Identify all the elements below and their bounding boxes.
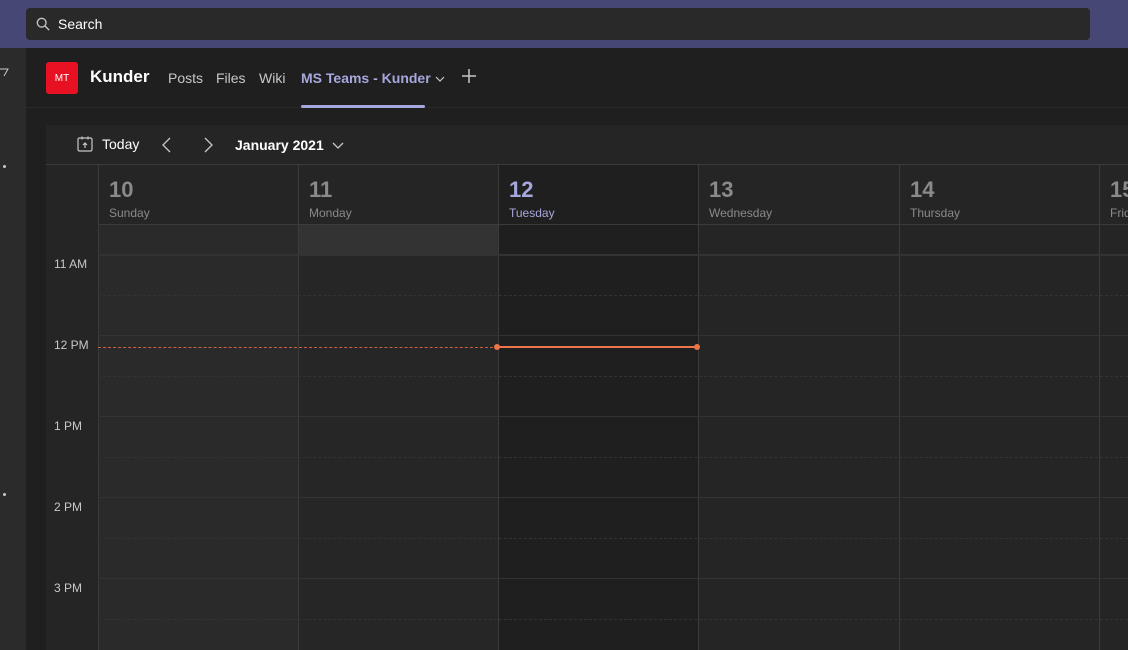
today-button[interactable]: Today xyxy=(76,135,139,153)
time-slot-hover[interactable] xyxy=(298,225,498,255)
current-time-line-past xyxy=(98,347,498,348)
day-column-friday[interactable] xyxy=(1099,225,1128,650)
chevron-down-icon[interactable] xyxy=(435,76,445,83)
time-column: 11 AM 12 PM 1 PM 2 PM 3 PM xyxy=(46,225,98,650)
filter-icon[interactable] xyxy=(0,68,10,78)
day-column-sunday[interactable] xyxy=(98,225,298,650)
tab-ms-teams-kunder[interactable]: MS Teams - Kunder xyxy=(301,70,445,86)
today-label: Today xyxy=(102,136,140,152)
search-box[interactable]: Search xyxy=(26,8,1090,40)
half-hour-line xyxy=(98,619,1128,620)
day-header-friday[interactable]: 15 Friday xyxy=(1099,165,1128,225)
half-hour-line xyxy=(98,457,1128,458)
time-slot[interactable] xyxy=(98,225,298,255)
day-header-tuesday[interactable]: 12 Tuesday xyxy=(498,165,698,225)
team-name: Kunder xyxy=(90,67,150,86)
tab-posts[interactable]: Posts xyxy=(168,70,203,86)
time-label: 11 AM xyxy=(54,257,88,271)
month-label: January 2021 xyxy=(235,137,324,153)
day-number: 14 xyxy=(910,177,935,202)
hour-line xyxy=(98,255,1128,256)
day-name: Friday xyxy=(1110,206,1128,220)
day-number: 11 xyxy=(309,177,333,202)
day-header-wednesday[interactable]: 13 Wednesday xyxy=(698,165,899,225)
time-label: 2 PM xyxy=(54,500,83,514)
current-time-dot xyxy=(494,344,500,350)
day-column-tuesday[interactable] xyxy=(498,225,698,650)
current-time-line xyxy=(498,346,698,348)
day-column-thursday[interactable] xyxy=(899,225,1099,650)
hour-line xyxy=(98,416,1128,417)
day-number: 15 xyxy=(1110,177,1128,202)
day-header-monday[interactable]: 11 Monday xyxy=(298,165,498,225)
team-avatar[interactable]: MT xyxy=(46,62,78,94)
day-name: Sunday xyxy=(109,206,150,220)
time-slot[interactable] xyxy=(498,225,698,255)
day-header-sunday[interactable]: 10 Sunday xyxy=(98,165,298,225)
day-number: 12 xyxy=(509,177,534,202)
calendar-today-icon xyxy=(77,136,93,152)
day-header-thursday[interactable]: 14 Thursday xyxy=(899,165,1099,225)
day-name: Tuesday xyxy=(509,206,555,220)
calendar-toolbar: Today January 2021 xyxy=(46,125,1128,165)
tab-files[interactable]: Files xyxy=(216,70,246,86)
half-hour-line xyxy=(98,376,1128,377)
time-label: 1 PM xyxy=(54,419,83,433)
month-picker[interactable]: January 2021 xyxy=(235,137,344,153)
day-name: Monday xyxy=(309,206,352,220)
day-name: Wednesday xyxy=(709,206,773,220)
day-number: 10 xyxy=(109,177,134,202)
channel-header: MT Kunder Posts Files Wiki MS Teams - Ku… xyxy=(26,48,1128,108)
half-hour-line xyxy=(98,295,1128,296)
day-name: Thursday xyxy=(910,206,961,220)
hour-line xyxy=(98,578,1128,579)
active-tab-indicator xyxy=(301,105,425,108)
top-bar: Search xyxy=(0,0,1128,48)
time-label: 12 PM xyxy=(54,338,89,352)
chevron-down-icon xyxy=(332,142,344,149)
day-number: 13 xyxy=(709,177,734,202)
day-column-monday[interactable] xyxy=(298,225,498,650)
current-time-dot xyxy=(694,344,700,350)
search-icon xyxy=(36,17,50,31)
time-slot[interactable] xyxy=(1099,225,1128,255)
left-rail xyxy=(0,48,26,650)
hour-line xyxy=(98,335,1128,336)
add-tab-icon[interactable] xyxy=(461,68,477,84)
tab-wiki[interactable]: Wiki xyxy=(259,70,285,86)
calendar-view: Today January 2021 10 Sunday 11 Monday 1… xyxy=(46,125,1128,650)
search-input[interactable]: Search xyxy=(58,16,102,32)
chevron-right-icon[interactable] xyxy=(201,137,215,153)
chevron-left-icon[interactable] xyxy=(160,137,174,153)
time-slot[interactable] xyxy=(899,225,1099,255)
time-slot[interactable] xyxy=(698,225,899,255)
day-column-wednesday[interactable] xyxy=(698,225,899,650)
rail-dot xyxy=(3,165,6,168)
time-label: 3 PM xyxy=(54,581,83,595)
hour-line xyxy=(98,497,1128,498)
half-hour-line xyxy=(98,538,1128,539)
tab-label: MS Teams - Kunder xyxy=(301,70,431,86)
rail-dot xyxy=(3,493,6,496)
